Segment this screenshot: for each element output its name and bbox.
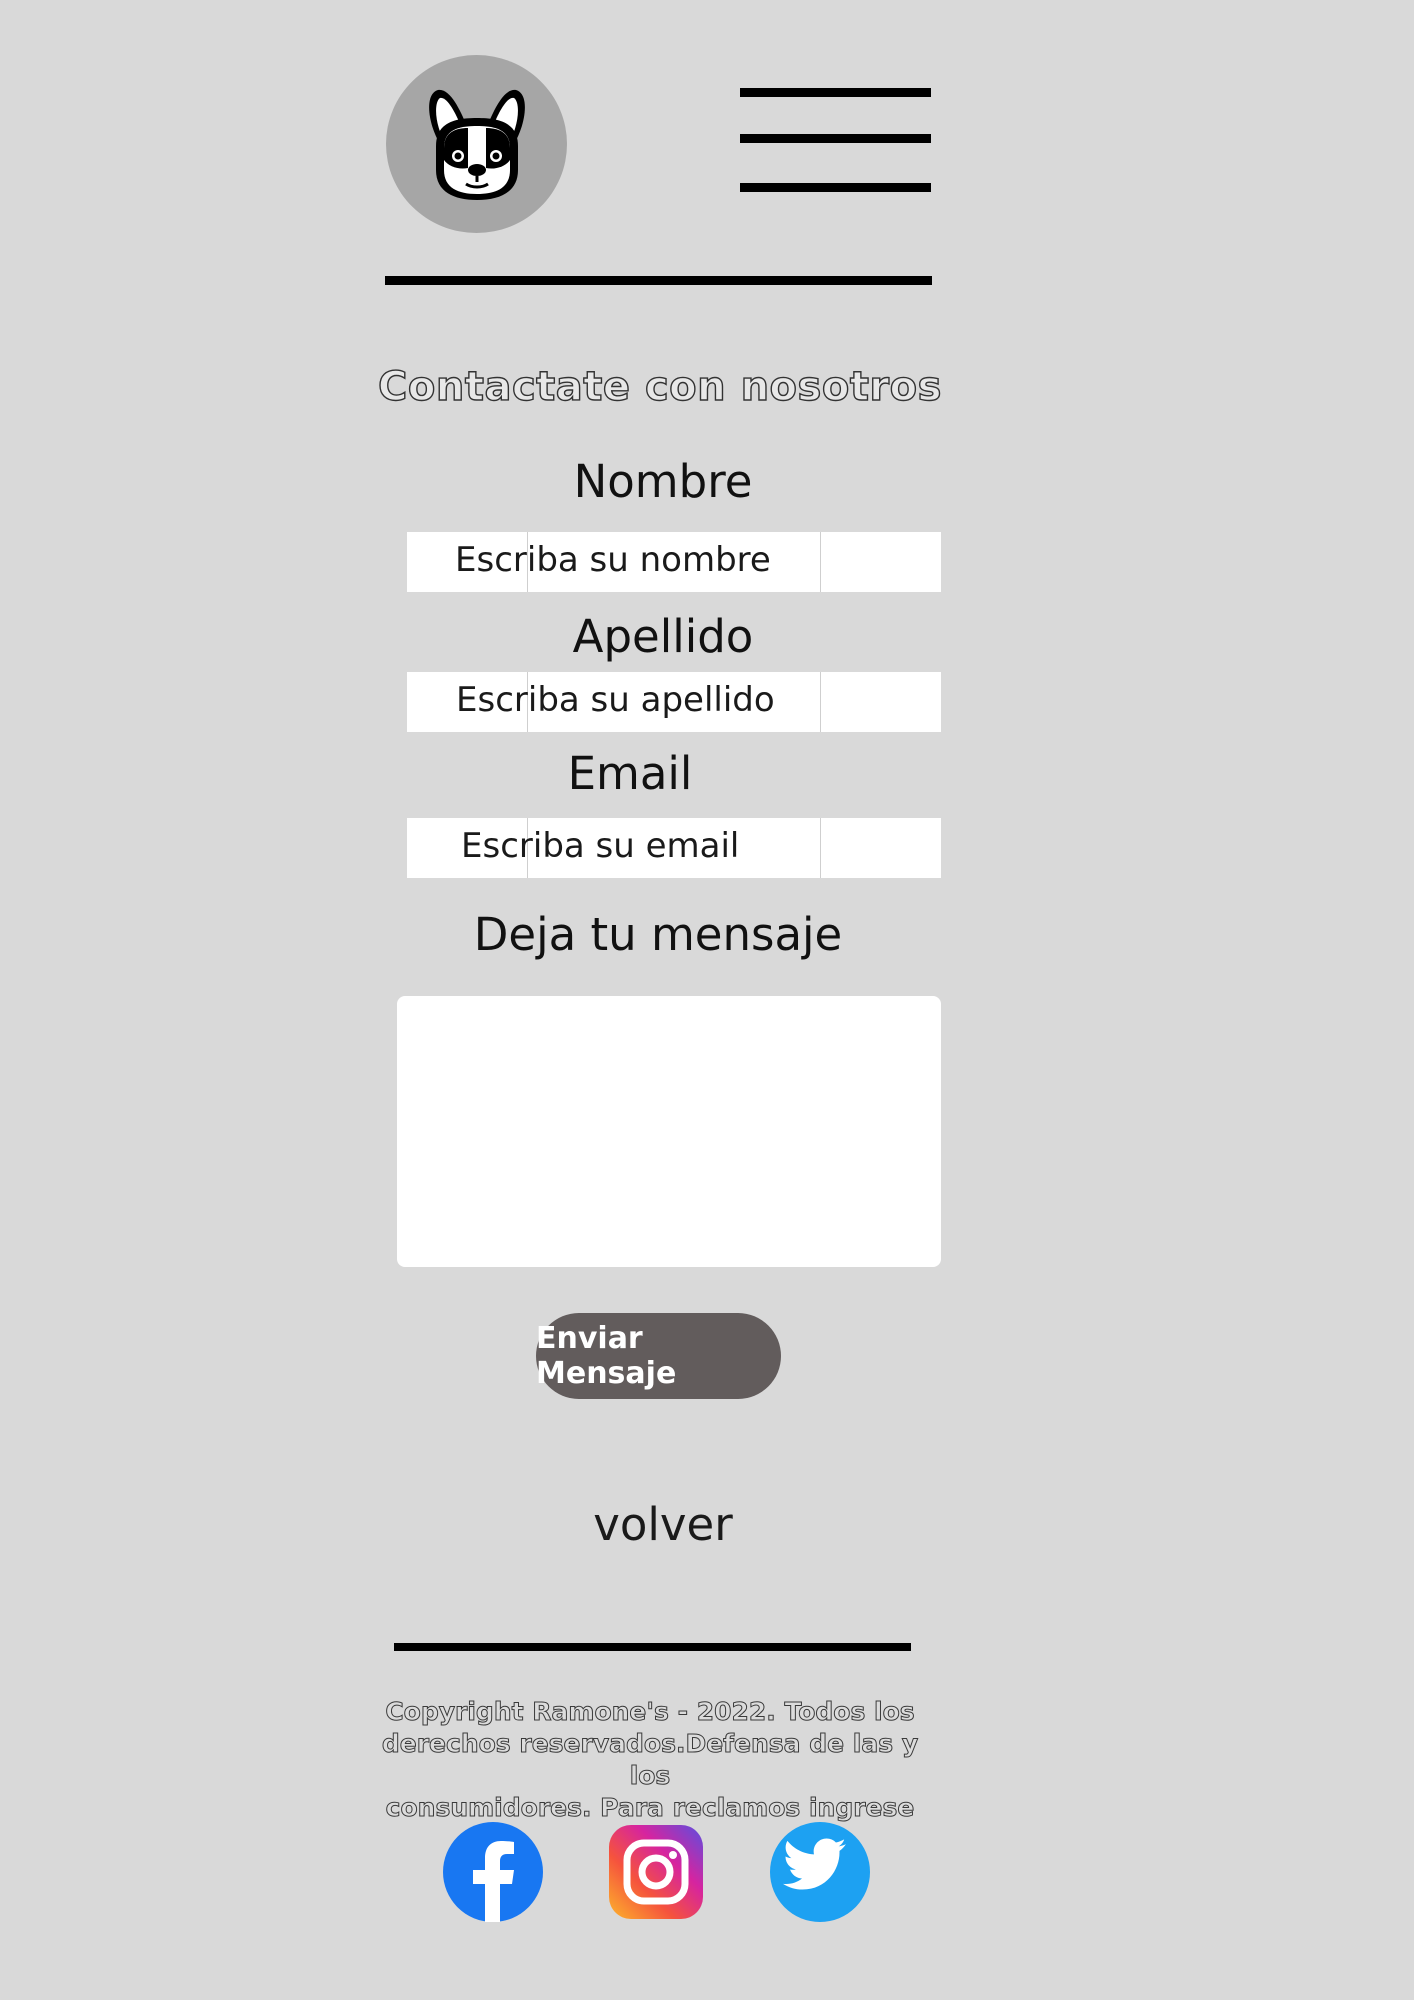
email-placeholder: Escriba su email xyxy=(461,826,740,866)
instagram-icon[interactable] xyxy=(606,1822,706,1922)
apellido-label: Apellido xyxy=(572,610,754,663)
footer-divider xyxy=(394,1643,911,1651)
french-bulldog-icon xyxy=(428,89,525,200)
footer-line: Copyright Ramone's - 2022. Todos los xyxy=(385,1697,915,1727)
apellido-input[interactable]: Escriba su apellido xyxy=(407,672,941,732)
header-divider xyxy=(385,276,932,285)
email-input[interactable]: Escriba su email xyxy=(407,818,941,878)
back-link[interactable]: volver xyxy=(463,1498,863,1551)
message-label: Deja tu mensaje xyxy=(473,908,843,961)
hamburger-menu-icon[interactable] xyxy=(740,88,931,194)
apellido-placeholder: Escriba su apellido xyxy=(456,680,775,720)
nombre-label: Nombre xyxy=(573,455,753,508)
twitter-icon[interactable] xyxy=(770,1822,870,1922)
email-label: Email xyxy=(567,747,693,800)
footer-line: derechos reservados.Defensa de las y los xyxy=(381,1729,919,1791)
message-textarea[interactable] xyxy=(397,996,941,1267)
logo[interactable] xyxy=(386,55,567,233)
nombre-placeholder: Escriba su nombre xyxy=(455,540,771,580)
page-title: Contactate con nosotros xyxy=(377,363,942,410)
send-message-button[interactable]: Enviar Mensaje xyxy=(536,1313,781,1399)
nombre-input[interactable]: Escriba su nombre xyxy=(407,532,941,592)
facebook-icon[interactable] xyxy=(443,1822,543,1922)
